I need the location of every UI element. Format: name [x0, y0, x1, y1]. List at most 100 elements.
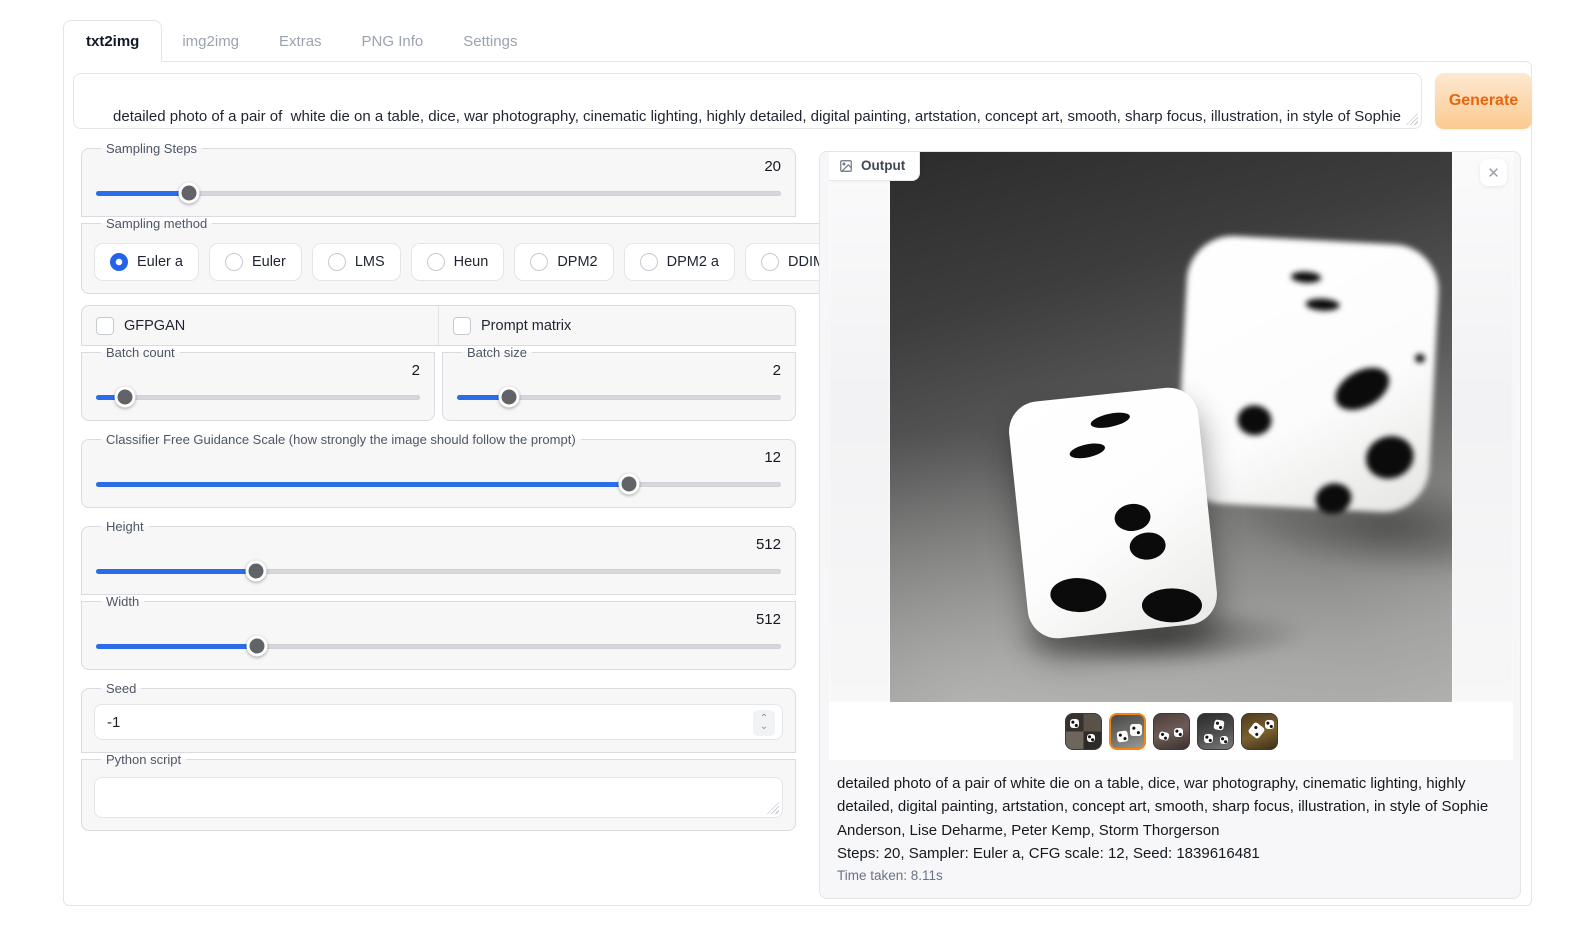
sampling-method-label: Sampling method	[101, 216, 212, 231]
output-tab-chip[interactable]: Output	[829, 152, 920, 181]
app-canvas: txt2img img2img Extras PNG Info Settings…	[0, 0, 1594, 935]
slider-track	[96, 191, 781, 196]
gallery-thumbnail-1[interactable]	[1065, 713, 1102, 750]
batch-count-label: Batch count	[101, 345, 180, 360]
slider-handle[interactable]	[115, 387, 136, 408]
gallery-thumbnail-2-selected[interactable]	[1109, 713, 1146, 750]
cfg-scale-field: Classifier Free Guidance Scale (how stro…	[81, 432, 796, 508]
radio-dpm2[interactable]: DPM2	[514, 243, 613, 281]
radio-label: LMS	[355, 254, 385, 270]
textarea-resize-handle[interactable]	[1406, 113, 1418, 125]
radio-icon	[761, 253, 779, 271]
viewer-backdrop-right	[1452, 152, 1513, 702]
sampling-steps-slider[interactable]	[96, 182, 781, 204]
cfg-scale-slider[interactable]	[96, 473, 781, 495]
tab-extras[interactable]: Extras	[259, 20, 342, 62]
python-script-field: Python script	[81, 752, 796, 831]
prompt-matrix-checkbox[interactable]: Prompt matrix	[438, 306, 795, 345]
die-right-blurred	[1175, 234, 1441, 515]
die-left-focused	[1006, 385, 1220, 642]
info-time-text: Time taken: 8.11s	[837, 868, 1505, 883]
sampling-steps-value: 20	[94, 158, 781, 175]
width-label: Width	[101, 594, 144, 609]
seed-script-group: Seed -1 ⌃⌄ Python script	[81, 681, 796, 831]
checkbox-icon	[96, 317, 114, 335]
slider-fill	[96, 569, 256, 574]
tab-settings[interactable]: Settings	[443, 20, 537, 62]
batch-size-slider[interactable]	[457, 386, 781, 408]
radio-dpm2-a[interactable]: DPM2 a	[624, 243, 735, 281]
batch-count-value: 2	[94, 362, 420, 379]
textarea-resize-handle[interactable]	[767, 802, 779, 814]
height-field: Height 512	[81, 519, 796, 595]
viewer-backdrop-left	[829, 152, 890, 702]
radio-icon	[110, 253, 128, 271]
radio-icon	[225, 253, 243, 271]
width-field: Width 512	[81, 594, 796, 670]
radio-label: Heun	[454, 254, 489, 270]
prompt-textarea[interactable]: detailed photo of a pair of white die on…	[73, 73, 1422, 129]
height-slider[interactable]	[96, 560, 781, 582]
feature-toggles: GFPGAN Prompt matrix	[81, 305, 796, 346]
radio-label: DPM2 a	[667, 254, 719, 270]
cfg-scale-label: Classifier Free Guidance Scale (how stro…	[101, 432, 581, 447]
radio-euler-a[interactable]: Euler a	[94, 243, 199, 281]
tab-img2img[interactable]: img2img	[162, 20, 259, 62]
radio-label: Euler a	[137, 254, 183, 270]
slider-track	[96, 395, 420, 400]
width-slider[interactable]	[96, 635, 781, 657]
slider-track	[96, 482, 781, 487]
generation-info: detailed photo of a pair of white die on…	[829, 766, 1513, 889]
radio-label: DPM2	[557, 254, 597, 270]
image-icon	[839, 159, 853, 173]
gallery-thumbnail-3[interactable]	[1153, 713, 1190, 750]
output-panel: Output ✕	[819, 151, 1521, 899]
gallery-strip	[829, 702, 1513, 760]
tab-png-info[interactable]: PNG Info	[342, 20, 444, 62]
slider-handle[interactable]	[498, 387, 519, 408]
slider-track	[96, 644, 781, 649]
txt2img-panel: detailed photo of a pair of white die on…	[63, 61, 1532, 906]
width-value: 512	[94, 611, 781, 628]
slider-fill	[96, 191, 189, 196]
seed-input[interactable]: -1 ⌃⌄	[94, 704, 783, 740]
slider-handle[interactable]	[618, 474, 639, 495]
batch-count-slider[interactable]	[96, 386, 420, 408]
gallery-thumbnail-4[interactable]	[1197, 713, 1234, 750]
radio-lms[interactable]: LMS	[312, 243, 401, 281]
tab-bar: txt2img img2img Extras PNG Info Settings	[63, 20, 537, 62]
generated-image[interactable]	[890, 152, 1452, 702]
radio-heun[interactable]: Heun	[411, 243, 505, 281]
slider-fill	[96, 482, 629, 487]
gallery-thumbnail-5[interactable]	[1241, 713, 1278, 750]
radio-icon	[427, 253, 445, 271]
sampling-steps-field: Sampling Steps 20	[81, 141, 796, 217]
sampling-group: Sampling Steps 20 Sampling method Euler …	[81, 141, 796, 294]
batch-group: GFPGAN Prompt matrix Batch count 2	[81, 305, 796, 421]
python-script-textarea[interactable]	[94, 777, 783, 818]
gfpgan-checkbox[interactable]: GFPGAN	[82, 306, 438, 345]
seed-field: Seed -1 ⌃⌄	[81, 681, 796, 753]
dimensions-group: Height 512 Width 512	[81, 519, 796, 670]
stepper-down-icon[interactable]: ⌄	[760, 723, 768, 731]
slider-handle[interactable]	[245, 561, 266, 582]
info-prompt-text: detailed photo of a pair of white die on…	[837, 772, 1505, 842]
height-label: Height	[101, 519, 149, 534]
batch-count-field: Batch count 2	[81, 345, 435, 421]
controls-column: Sampling Steps 20 Sampling method Euler …	[81, 141, 796, 842]
slider-handle[interactable]	[179, 183, 200, 204]
radio-icon	[328, 253, 346, 271]
info-params-text: Steps: 20, Sampler: Euler a, CFG scale: …	[837, 842, 1505, 865]
batch-size-field: Batch size 2	[442, 345, 796, 421]
height-value: 512	[94, 536, 781, 553]
radio-euler[interactable]: Euler	[209, 243, 302, 281]
seed-value: -1	[107, 714, 120, 731]
generate-button[interactable]: Generate	[1435, 73, 1532, 129]
output-label: Output	[861, 158, 905, 173]
python-script-label: Python script	[101, 752, 186, 767]
slider-handle[interactable]	[246, 636, 267, 657]
close-icon[interactable]: ✕	[1480, 159, 1507, 186]
prompt-matrix-label: Prompt matrix	[481, 318, 571, 334]
number-stepper[interactable]: ⌃⌄	[753, 710, 775, 736]
tab-txt2img[interactable]: txt2img	[63, 20, 162, 62]
